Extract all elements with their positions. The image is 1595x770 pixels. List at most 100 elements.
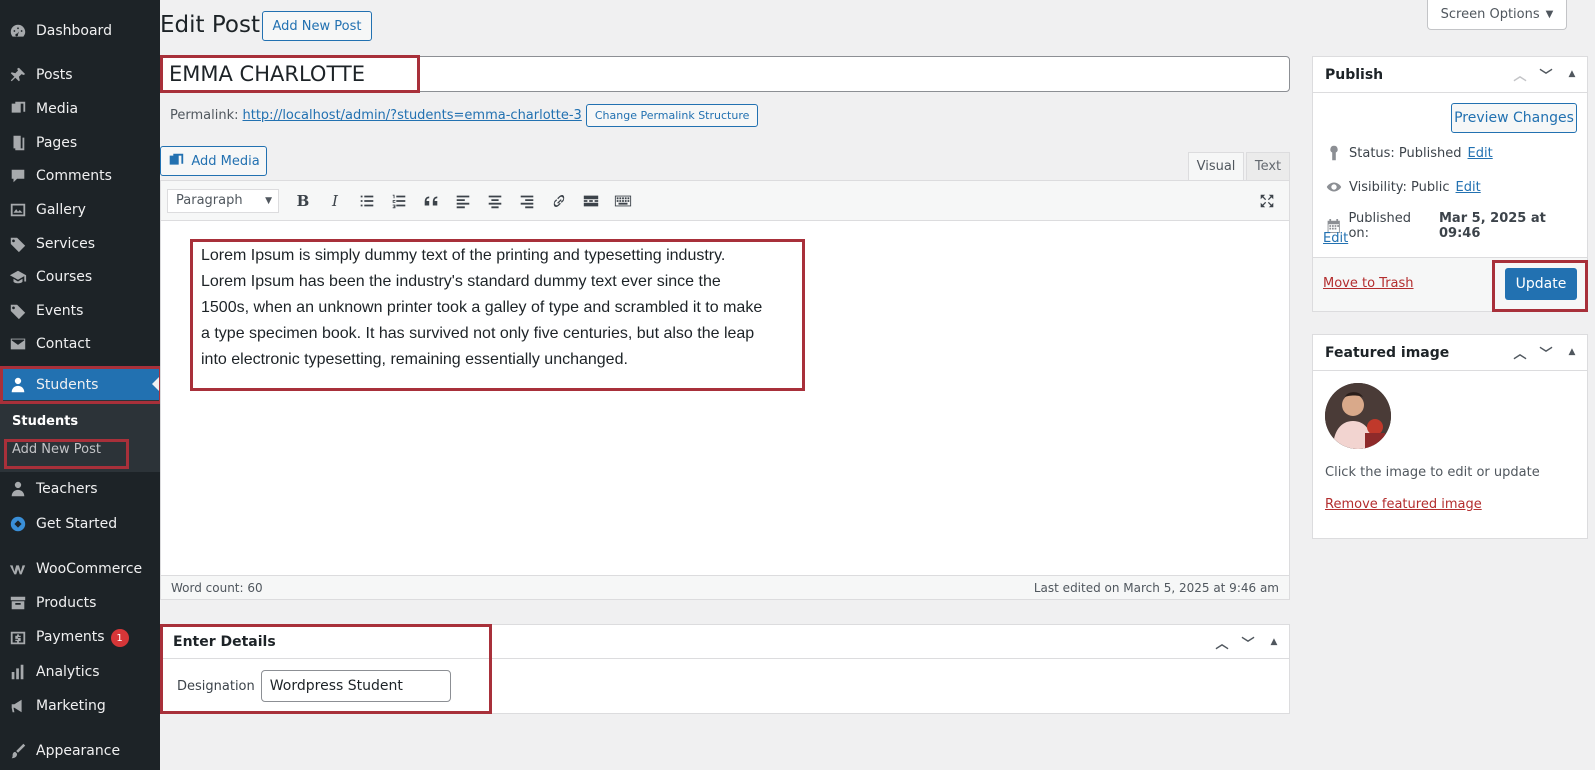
menu-posts[interactable]: Posts [0,59,160,91]
align-right-icon[interactable] [511,187,543,215]
brush-icon [0,742,36,760]
metabox-header: Enter Details ︿ ﹀ ▲ [161,625,1289,659]
toggle-arrow-icon[interactable]: ▲ [1563,65,1581,83]
media-icon [0,100,36,118]
align-left-icon[interactable] [447,187,479,215]
change-permalink-button[interactable]: Change Permalink Structure [585,104,759,127]
caret-down-icon: ▼ [265,195,272,206]
admin-sidebar: Dashboard Posts Media Pages Comments Gal… [0,0,160,770]
word-count: Word count: 60 [171,580,263,595]
menu-gallery[interactable]: Gallery [0,194,160,226]
menu-dashboard[interactable]: Dashboard [0,15,160,47]
email-icon [0,335,36,353]
page-title: Edit Post [160,12,260,38]
read-more-icon[interactable] [575,187,607,215]
dashboard-icon [0,22,36,40]
add-media-button[interactable]: Add Media [160,146,267,176]
format-select[interactable]: Paragraph ▼ [167,188,279,213]
menu-woocommerce[interactable]: WooCommerce [0,553,160,585]
user-icon [0,480,36,498]
blockquote-icon[interactable] [415,187,447,215]
publish-metabox: Publish ︿ ﹀ ▲ Preview Changes Status: Pu… [1312,56,1588,312]
menu-analytics[interactable]: Analytics [0,656,160,688]
numbered-list-icon[interactable] [383,187,415,215]
add-new-post-button[interactable]: Add New Post [262,11,372,41]
user-icon [0,376,36,394]
bullet-list-icon[interactable] [351,187,383,215]
tag-icon [0,235,36,253]
megaphone-icon [0,697,36,715]
toggle-arrow-icon[interactable]: ▲ [1563,343,1581,361]
permalink-link[interactable]: http://localhost/admin/?students=emma-ch… [243,108,582,123]
featured-image-header: Featured image ︿ ﹀ ▲ [1313,335,1587,371]
gallery-icon [0,201,36,219]
main-content: Edit Post Add New Post Screen Options ▼ … [160,0,1595,770]
menu-comments[interactable]: Comments [0,160,160,192]
chevron-up-icon[interactable]: ︿ [1511,343,1529,362]
fullscreen-icon[interactable] [1251,187,1283,215]
pin-icon [1330,145,1338,161]
menu-payments[interactable]: Payments 1 [0,622,160,654]
designation-input[interactable]: Wordpress Student [260,670,451,702]
submenu-add-new-post[interactable]: Add New Post [12,442,101,457]
post-title-input[interactable]: EMMA CHARLOTTE [160,56,1290,92]
edit-visibility-link[interactable]: Edit [1456,180,1481,195]
menu-marketing[interactable]: Marketing [0,690,160,722]
dashboard-icon [0,515,36,533]
chevron-down-icon[interactable]: ﹀ [1239,633,1257,652]
eye-icon [1326,182,1342,192]
status-row: Status: Published Edit [1325,144,1493,162]
edit-date-link[interactable]: Edit [1323,231,1348,246]
update-button[interactable]: Update [1505,268,1577,300]
visibility-row: Visibility: Public Edit [1325,178,1481,196]
remove-featured-image-link[interactable]: Remove featured image [1325,497,1482,512]
keyboard-icon[interactable] [607,187,639,215]
submenu-students[interactable]: Students [12,414,78,429]
menu-courses[interactable]: Courses [0,261,160,293]
bold-icon[interactable]: B [287,187,319,215]
menu-students[interactable]: Students [0,368,160,402]
content-editor: Paragraph ▼ B I Lorem Ipsum is simply du… [160,180,1290,600]
preview-changes-button[interactable]: Preview Changes [1451,103,1577,133]
payments-count-badge: 1 [110,629,129,648]
featured-image-metabox: Featured image ︿ ﹀ ▲ Click the image to … [1312,334,1588,539]
editor-toolbar: Paragraph ▼ B I [161,181,1289,221]
tab-text[interactable]: Text [1246,152,1290,180]
toggle-arrow-icon[interactable]: ▲ [1265,633,1283,651]
editor-statusbar: Word count: 60 Last edited on March 5, 2… [161,575,1289,599]
media-icon [167,152,185,170]
align-center-icon[interactable] [479,187,511,215]
chart-bar-icon [0,663,36,681]
pin-icon [0,66,36,84]
menu-appearance[interactable]: Appearance [0,735,160,767]
move-to-trash-link[interactable]: Move to Trash [1323,276,1414,291]
screen-options-button[interactable]: Screen Options ▼ [1427,0,1567,30]
enter-details-metabox: Enter Details ︿ ﹀ ▲ Designation Wordpres… [160,624,1290,714]
archive-icon [0,594,36,612]
menu-teachers[interactable]: Teachers [0,473,160,505]
tag-icon [0,302,36,320]
menu-events[interactable]: Events [0,295,160,327]
woo-icon [0,560,36,578]
students-submenu: Students Add New Post [0,400,160,472]
menu-get-started[interactable]: Get Started [0,508,160,540]
editor-body-text[interactable]: Lorem Ipsum is simply dummy text of the … [201,243,771,373]
link-icon[interactable] [543,187,575,215]
chevron-down-icon[interactable]: ﹀ [1537,343,1555,362]
chevron-up-icon[interactable]: ︿ [1511,65,1529,84]
person-photo-icon [1325,383,1391,449]
publish-header: Publish ︿ ﹀ ▲ [1313,57,1587,93]
menu-media[interactable]: Media [0,93,160,125]
italic-icon[interactable]: I [319,187,351,215]
edit-status-link[interactable]: Edit [1468,146,1493,161]
publish-actions: Move to Trash Update [1313,257,1587,311]
menu-products[interactable]: Products [0,587,160,619]
tab-visual[interactable]: Visual [1188,152,1244,180]
chevron-down-icon[interactable]: ﹀ [1537,65,1555,84]
featured-image-thumbnail[interactable] [1325,383,1391,449]
menu-pages[interactable]: Pages [0,127,160,159]
menu-services[interactable]: Services [0,228,160,260]
chevron-up-icon[interactable]: ︿ [1213,633,1231,652]
menu-contact[interactable]: Contact [0,328,160,360]
published-on-row: Published on: Mar 5, 2025 at 09:46 [1325,211,1587,241]
